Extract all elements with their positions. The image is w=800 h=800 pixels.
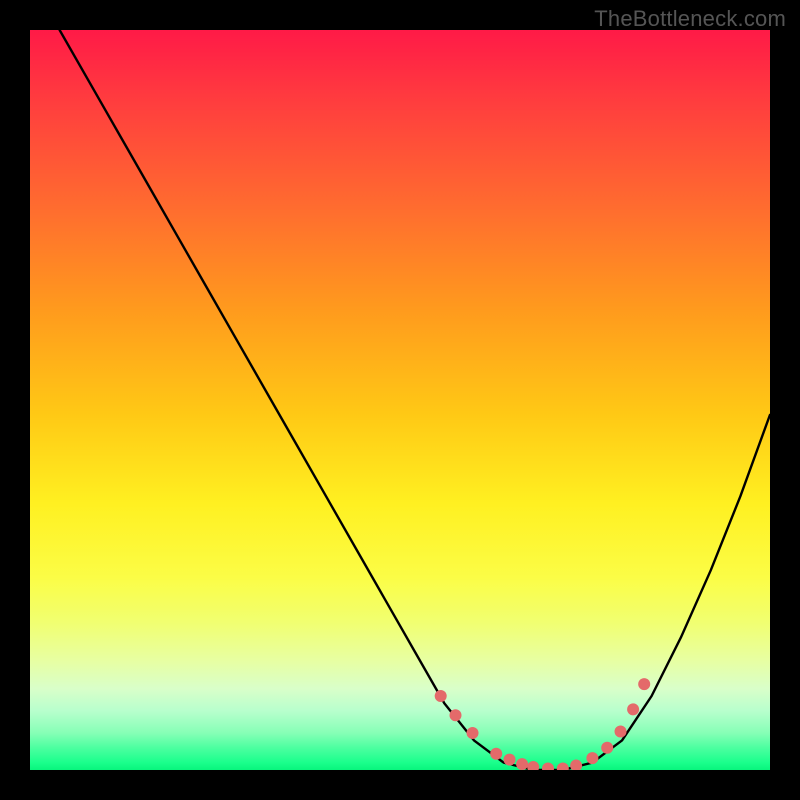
marker-dot <box>542 763 554 770</box>
marker-dot <box>450 709 462 721</box>
marker-dot <box>527 761 539 770</box>
marker-dot <box>557 763 569 770</box>
watermark-text: TheBottleneck.com <box>594 6 786 32</box>
marker-dot <box>615 726 627 738</box>
curve-path <box>60 30 770 770</box>
marker-dot <box>490 748 502 760</box>
marker-dot <box>516 758 528 770</box>
marker-dot <box>586 752 598 764</box>
marker-dot <box>638 678 650 690</box>
plot-area <box>30 30 770 770</box>
marker-dot <box>570 760 582 770</box>
marker-dot <box>601 742 613 754</box>
marker-dot <box>504 754 516 766</box>
plot-svg <box>30 30 770 770</box>
marker-dot <box>435 690 447 702</box>
marker-group <box>435 678 651 770</box>
marker-dot <box>467 727 479 739</box>
figure-frame: TheBottleneck.com <box>0 0 800 800</box>
marker-dot <box>627 703 639 715</box>
